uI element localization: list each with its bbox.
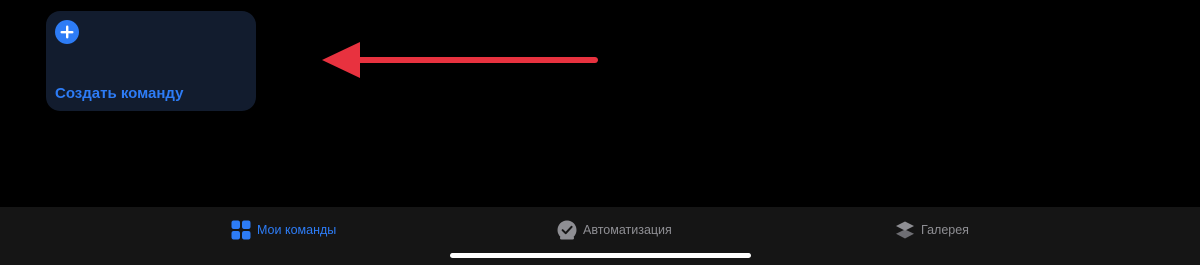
tab-gallery[interactable]: Галерея <box>895 220 969 240</box>
create-shortcut-card[interactable]: Создать команду <box>46 11 256 111</box>
tab-gallery-label: Галерея <box>921 223 969 237</box>
create-shortcut-label: Создать команду <box>55 85 184 102</box>
home-indicator[interactable] <box>450 253 751 258</box>
automation-check-icon <box>557 220 577 240</box>
red-arrow-annotation-icon <box>318 38 600 87</box>
plus-circle-icon <box>55 20 79 44</box>
grid-icon <box>231 220 251 240</box>
tab-my-shortcuts[interactable]: Мои команды <box>231 220 336 240</box>
layers-icon <box>896 221 914 239</box>
tab-automation-label: Автоматизация <box>583 223 672 237</box>
tab-my-shortcuts-label: Мои команды <box>257 223 337 237</box>
shortcuts-screen: Создать команду Мои команды Автоматизаци… <box>0 0 1200 265</box>
tab-automation[interactable]: Автоматизация <box>557 220 672 240</box>
